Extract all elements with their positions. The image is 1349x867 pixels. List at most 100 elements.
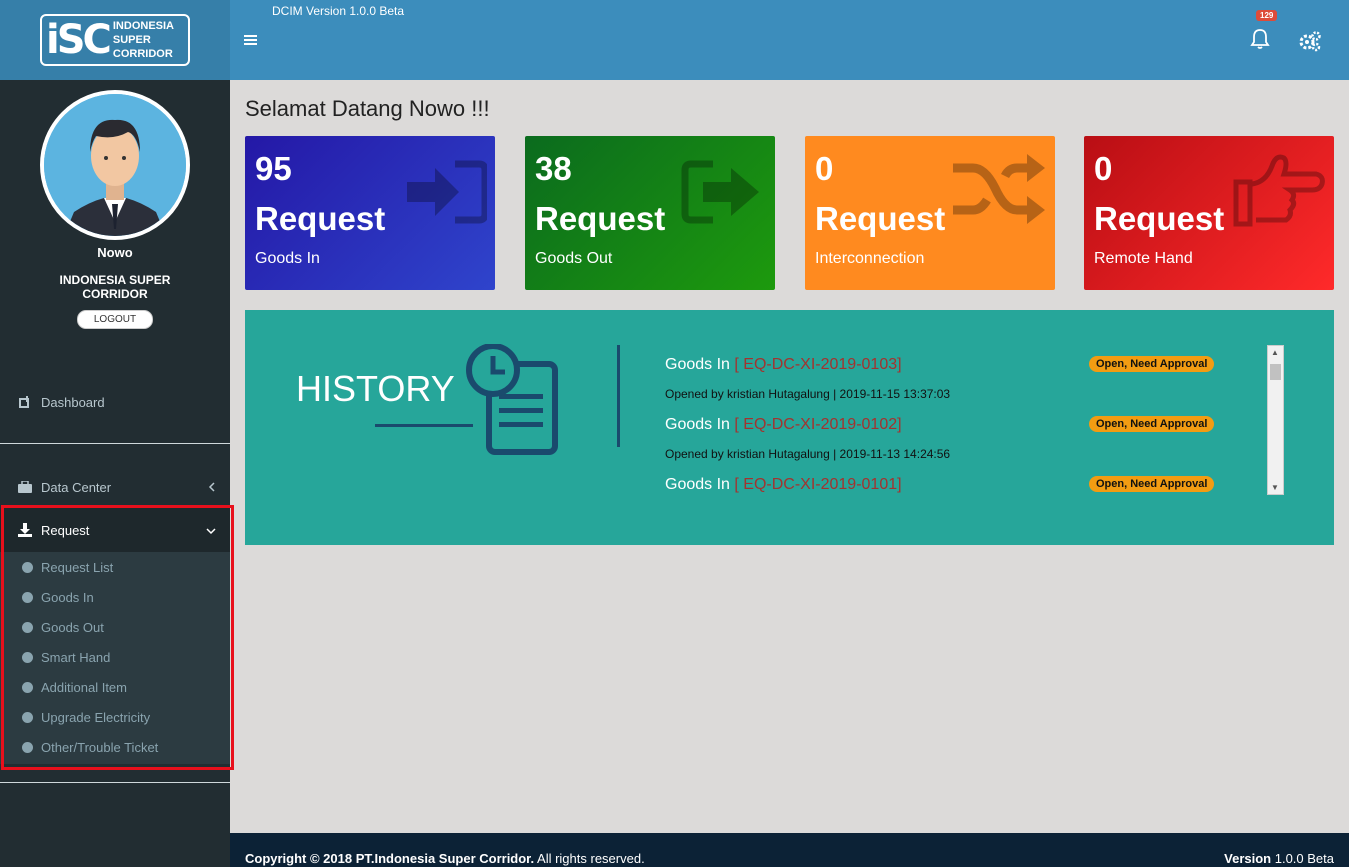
logo-mark: iSC [46,17,112,63]
stat-count: 95 [255,150,292,187]
logo-line-3: CORRIDOR [112,48,173,60]
submenu-label: Upgrade Electricity [41,709,151,725]
sidebar-label-request: Request [41,522,90,538]
status-badge: Open, Need Approval [1089,416,1215,432]
hamburger-menu-icon[interactable] [244,33,258,51]
submenu-label: Request List [41,559,114,575]
random-icon [951,148,1047,237]
scroll-down-icon[interactable]: ▼ [1271,483,1279,492]
submenu-label: Goods Out [41,619,104,635]
history-entry[interactable]: Goods In [ EQ-DC-XI-2019-0103] Open, Nee… [665,356,1225,401]
footer-copyright: Copyright © 2018 PT.Indonesia Super Corr… [245,851,645,866]
stat-word: Request [1094,200,1225,237]
circle-icon [22,561,33,573]
history-entry-type: Goods In [665,356,730,373]
version-title: DCIM Version 1.0.0 Beta [272,4,405,18]
history-panel: HISTORY Goods In [ EQ-DC-XI-2019-0103] O… [245,310,1334,545]
stat-box-interconnection[interactable]: 0 Request Interconnection [805,136,1055,290]
gears-icon[interactable] [1298,30,1322,52]
stat-box-remote-hand[interactable]: 0 Request Remote Hand [1084,136,1334,290]
history-list: Goods In [ EQ-DC-XI-2019-0103] Open, Nee… [665,346,1225,496]
submenu-item-upgrade-electricity[interactable]: Upgrade Electricity [0,702,230,732]
sidebar-label-dashboard: Dashboard [41,394,105,410]
circle-icon [22,591,33,603]
submenu-item-additional-item[interactable]: Additional Item [0,672,230,702]
copyright-bold: Copyright © 2018 PT.Indonesia Super Corr… [245,851,535,866]
stat-word: Request [535,200,666,237]
history-scrollbar[interactable]: ▲ ▼ [1267,345,1284,495]
circle-icon [22,621,33,633]
history-entry-type: Goods In [665,416,730,433]
history-entry-meta: Opened by kristian Hutagalung | 2019-11-… [665,387,951,401]
chevron-left-icon [208,480,216,495]
history-title: HISTORY [296,368,455,409]
scroll-thumb[interactable] [1270,364,1281,380]
footer: Copyright © 2018 PT.Indonesia Super Corr… [230,833,1349,867]
sidebar-divider [0,443,230,444]
submenu-label: Other/Trouble Ticket [41,739,159,755]
submenu-item-other-trouble-ticket[interactable]: Other/Trouble Ticket [0,732,230,762]
history-separator [617,345,620,447]
user-company: INDONESIA SUPER CORRIDOR [59,273,171,301]
isc-logo[interactable]: iSC INDONESIA SUPER CORRIDOR [40,14,190,66]
stat-count: 38 [535,150,572,187]
history-entry-meta: Opened by kristian Hutagalung | 2019-11-… [665,447,951,461]
user-name: Nowo [97,245,133,260]
circle-icon [22,681,33,693]
submenu-item-smart-hand[interactable]: Smart Hand [0,642,230,672]
sidebar-item-data-center[interactable]: Data Center [0,477,230,497]
request-submenu: Request List Goods In Goods Out Smart Ha… [0,552,230,764]
submenu-item-request-list[interactable]: Request List [0,552,230,582]
clipboard-clock-icon [465,343,559,461]
stat-box-goods-out[interactable]: 38 Request Goods Out [525,136,775,290]
bell-icon[interactable] [1250,28,1272,52]
sidebar: iSC INDONESIA SUPER CORRIDOR Nowo INDONE… [0,0,230,867]
dashboard-icon [18,395,32,409]
stat-label: Remote Hand [1094,250,1193,267]
stat-label: Interconnection [815,250,925,267]
footer-version: Version 1.0.0 Beta [1224,851,1334,866]
stat-label: Goods In [255,250,320,267]
logo-area: iSC INDONESIA SUPER CORRIDOR [0,0,230,80]
version-value: 1.0.0 Beta [1271,851,1334,866]
welcome-heading: Selamat Datang Nowo !!! [245,96,490,121]
download-icon [18,523,32,537]
status-badge: Open, Need Approval [1089,356,1215,372]
history-entry-code: [ EQ-DC-XI-2019-0103] [734,356,902,373]
status-badge: Open, Need Approval [1089,476,1215,492]
hand-pointer-icon [1232,152,1326,233]
sidebar-item-request[interactable]: Request [0,508,230,552]
sign-in-icon [407,160,489,229]
stat-word: Request [255,200,386,237]
submenu-label: Smart Hand [41,649,111,665]
stat-count: 0 [1094,150,1113,187]
briefcase-icon [18,480,32,494]
submenu-label: Additional Item [41,679,127,695]
copyright-rest: All rights reserved. [534,851,645,866]
stat-label: Goods Out [535,250,613,267]
history-entry[interactable]: Goods In [ EQ-DC-XI-2019-0102] Open, Nee… [665,416,1225,461]
logo-line-2: SUPER [112,34,151,46]
chevron-down-icon [206,523,216,538]
history-entry-type: Goods In [665,476,730,493]
history-entry[interactable]: Goods In [ EQ-DC-XI-2019-0101] Open, Nee… [665,476,1225,494]
sidebar-divider-bottom [0,782,230,783]
version-label: Version [1224,851,1272,866]
submenu-label: Goods In [41,589,94,605]
submenu-item-goods-in[interactable]: Goods In [0,582,230,612]
logout-button[interactable]: LOGOUT [76,310,154,329]
top-header: DCIM Version 1.0.0 Beta 129 [230,0,1349,80]
stat-box-goods-in[interactable]: 95 Request Goods In [245,136,495,290]
user-panel: Nowo INDONESIA SUPER CORRIDOR LOGOUT [0,80,230,380]
circle-icon [22,651,33,663]
sidebar-item-dashboard[interactable]: Dashboard [0,392,230,412]
scroll-up-icon[interactable]: ▲ [1271,348,1279,357]
avatar [40,90,190,240]
circle-icon [22,741,33,753]
stat-count: 0 [815,150,834,187]
logo-text: INDONESIA SUPER CORRIDOR [113,19,174,61]
submenu-item-goods-out[interactable]: Goods Out [0,612,230,642]
logo-line-1: INDONESIA [112,20,174,32]
notification-badge: 129 [1256,10,1278,21]
history-entry-code: [ EQ-DC-XI-2019-0102] [734,416,902,433]
